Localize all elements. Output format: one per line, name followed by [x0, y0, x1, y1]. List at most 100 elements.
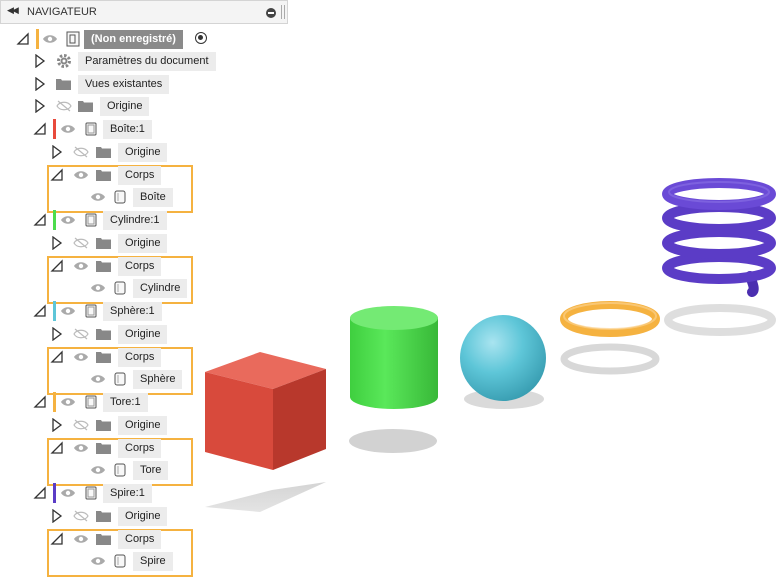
tree-item-bodies[interactable]: Corps: [0, 256, 288, 276]
navigator-header: ◀◀ NAVIGATEUR: [0, 0, 288, 24]
sphere-body-3d[interactable]: [460, 315, 546, 409]
expanded-triangle-icon[interactable]: [50, 532, 64, 546]
expanded-triangle-icon[interactable]: [33, 486, 47, 500]
tree-item-origin[interactable]: Origine: [0, 96, 288, 116]
collapsed-triangle-icon[interactable]: [50, 236, 64, 250]
eye-icon[interactable]: [73, 351, 89, 363]
folder-icon: [96, 170, 111, 181]
eye-icon[interactable]: [60, 396, 76, 408]
eye-hidden-icon[interactable]: [73, 510, 89, 522]
eye-hidden-icon[interactable]: [73, 146, 89, 158]
component-color-bar: [53, 483, 56, 503]
tree-item-origin[interactable]: Origine: [0, 415, 288, 435]
eye-icon[interactable]: [73, 533, 89, 545]
tree-item-named-views[interactable]: Vues existantes: [0, 74, 288, 94]
tree-item-label: Origine: [118, 234, 168, 253]
tree-item-label: Tore:1: [103, 393, 148, 412]
tree-item-body[interactable]: Cylindre: [0, 278, 288, 298]
tree-item-bodies[interactable]: Corps: [0, 438, 288, 458]
activate-radio-icon[interactable]: [195, 32, 207, 44]
collapsed-triangle-icon[interactable]: [50, 327, 64, 341]
tree-component-cylinder[interactable]: Cylindre:1: [0, 210, 288, 230]
folder-icon: [96, 443, 111, 454]
tree-root[interactable]: (Non enregistré): [0, 29, 288, 49]
tree-item-bodies[interactable]: Corps: [0, 529, 288, 549]
collapsed-triangle-icon[interactable]: [33, 77, 47, 91]
folder-icon: [96, 261, 111, 272]
collapsed-triangle-icon[interactable]: [50, 509, 64, 523]
component-icon: [85, 395, 97, 409]
tree-item-label: Paramètres du document: [78, 52, 216, 71]
expanded-triangle-icon[interactable]: [33, 304, 47, 318]
tree-item-bodies[interactable]: Corps: [0, 165, 288, 185]
tree-item-body[interactable]: Sphère: [0, 369, 288, 389]
cylinder-body-3d[interactable]: [349, 306, 438, 453]
component-icon: [85, 304, 97, 318]
tree-item-label: Sphère: [133, 370, 183, 389]
coil-body-3d[interactable]: [662, 178, 776, 336]
tree-item-origin[interactable]: Origine: [0, 324, 288, 344]
eye-icon[interactable]: [90, 191, 106, 203]
expanded-triangle-icon[interactable]: [33, 122, 47, 136]
collapsed-triangle-icon[interactable]: [50, 145, 64, 159]
collapsed-triangle-icon[interactable]: [33, 54, 47, 68]
collapse-panel-icon[interactable]: ◀◀: [7, 5, 19, 16]
component-color-bar: [53, 119, 56, 139]
folder-icon: [56, 79, 71, 90]
eye-hidden-icon[interactable]: [73, 237, 89, 249]
torus-shadow: [560, 343, 660, 375]
expanded-triangle-icon[interactable]: [33, 213, 47, 227]
tree-item-label: Corps: [118, 257, 162, 276]
root-label: (Non enregistré): [84, 30, 183, 49]
minimize-icon[interactable]: [266, 8, 276, 18]
eye-icon[interactable]: [90, 555, 106, 567]
tree-item-label: Cylindre:1: [103, 211, 167, 230]
tree-item-label: Corps: [118, 166, 162, 185]
eye-hidden-icon[interactable]: [73, 328, 89, 340]
torus-body-3d[interactable]: [560, 301, 660, 375]
expanded-triangle-icon[interactable]: [16, 32, 30, 46]
tree-item-origin[interactable]: Origine: [0, 142, 288, 162]
body-icon: [114, 190, 126, 204]
tree-item-body[interactable]: Tore: [0, 460, 288, 480]
document-icon: [66, 31, 80, 47]
eye-icon[interactable]: [60, 487, 76, 499]
expanded-triangle-icon[interactable]: [50, 441, 64, 455]
eye-icon[interactable]: [42, 33, 58, 45]
eye-icon[interactable]: [90, 373, 106, 385]
resize-grip-icon[interactable]: [281, 5, 285, 19]
expanded-triangle-icon[interactable]: [50, 168, 64, 182]
tree-component-box[interactable]: Boîte:1: [0, 119, 288, 139]
tree-component-coil[interactable]: Spire:1: [0, 483, 288, 503]
tree-component-torus[interactable]: Tore:1: [0, 392, 288, 412]
tree-item-label: Boîte:1: [103, 120, 152, 139]
eye-icon[interactable]: [73, 260, 89, 272]
tree-item-bodies[interactable]: Corps: [0, 347, 288, 367]
tree-item-origin[interactable]: Origine: [0, 233, 288, 253]
expanded-triangle-icon[interactable]: [50, 259, 64, 273]
tree-item-label: Sphère:1: [103, 302, 162, 321]
navigator-title: NAVIGATEUR: [27, 6, 97, 18]
eye-hidden-icon[interactable]: [73, 419, 89, 431]
body-icon: [114, 463, 126, 477]
body-icon: [114, 281, 126, 295]
collapsed-triangle-icon[interactable]: [33, 99, 47, 113]
eye-icon[interactable]: [60, 123, 76, 135]
tree-item-document-settings[interactable]: Paramètres du document: [0, 51, 288, 71]
eye-hidden-icon[interactable]: [56, 100, 72, 112]
eye-icon[interactable]: [60, 305, 76, 317]
expanded-triangle-icon[interactable]: [33, 395, 47, 409]
tree-item-origin[interactable]: Origine: [0, 506, 288, 526]
eye-icon[interactable]: [73, 169, 89, 181]
tree-item-body[interactable]: Boîte: [0, 187, 288, 207]
expanded-triangle-icon[interactable]: [50, 350, 64, 364]
eye-icon[interactable]: [73, 442, 89, 454]
eye-icon[interactable]: [90, 464, 106, 476]
tree-item-label: Corps: [118, 439, 162, 458]
eye-icon[interactable]: [90, 282, 106, 294]
tree-item-body[interactable]: Spire: [0, 551, 288, 571]
tree-component-sphere[interactable]: Sphère:1: [0, 301, 288, 321]
coil-shadow: [664, 304, 776, 336]
eye-icon[interactable]: [60, 214, 76, 226]
collapsed-triangle-icon[interactable]: [50, 418, 64, 432]
